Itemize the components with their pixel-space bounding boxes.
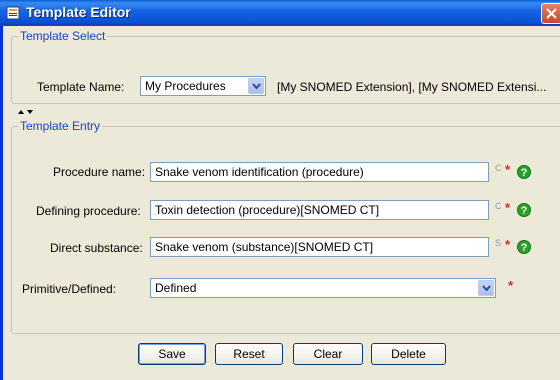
direct-substance-required: * [505,237,511,252]
template-name-value: My Procedures [145,79,226,93]
template-dropdown-button[interactable] [248,78,264,94]
primitive-defined-required: * [508,278,514,293]
chevron-down-icon [482,285,491,292]
primitive-defined-select[interactable]: Defined [150,278,496,298]
app-icon [6,6,20,20]
direct-substance-field[interactable]: Snake venom (substance)[SNOMED CT] [150,237,489,257]
defining-procedure-help-icon[interactable]: ? [517,203,531,217]
procedure-name-help-icon[interactable]: ? [517,165,531,179]
direct-substance-type: S [495,238,502,248]
split-pane-divider[interactable] [3,109,560,115]
close-button[interactable] [541,3,560,24]
close-icon [546,8,557,19]
split-arrows-icon[interactable] [17,109,37,115]
procedure-name-label: Procedure name: [53,165,146,179]
procedure-name-required: * [505,162,511,177]
defining-procedure-label: Defining procedure: [36,204,141,218]
primitive-dropdown-button[interactable] [478,280,494,296]
clear-button[interactable]: Clear [293,343,363,365]
defining-procedure-type: C [495,201,502,211]
template-select-title: Template Select [18,29,108,43]
template-name-select[interactable]: My Procedures [140,76,266,96]
template-extensions-text: [My SNOMED Extension], [My SNOMED Extens… [277,80,547,94]
template-name-label: Template Name: [37,80,125,94]
defining-procedure-required: * [505,200,511,215]
template-entry-title: Template Entry [18,119,103,133]
title-bar[interactable]: Template Editor [0,0,560,26]
direct-substance-label: Direct substance: [50,241,143,255]
reset-button[interactable]: Reset [215,343,283,365]
procedure-name-field[interactable]: Snake venom identification (procedure) [150,162,489,182]
save-button[interactable]: Save [138,343,206,365]
defining-procedure-field[interactable]: Toxin detection (procedure)[SNOMED CT] [150,200,489,220]
template-entry-group: Template Entry [11,119,560,334]
primitive-defined-value: Defined [155,281,197,295]
direct-substance-help-icon[interactable]: ? [517,240,531,254]
window-title: Template Editor [26,4,131,20]
procedure-name-type: C [495,163,502,173]
delete-button[interactable]: Delete [371,343,446,365]
chevron-down-icon [252,83,261,90]
primitive-defined-label: Primitive/Defined: [22,282,117,296]
